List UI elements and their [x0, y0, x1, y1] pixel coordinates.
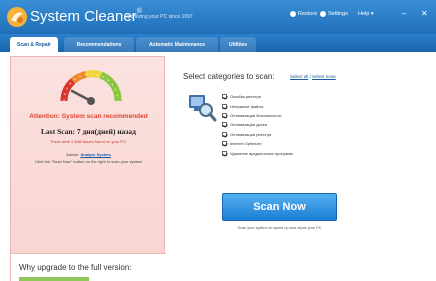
advice-text: Advice: Analyze System	[66, 152, 111, 157]
category-malware-removal[interactable]: Удаление вредоносных программ	[222, 148, 293, 157]
app-logo-icon	[7, 7, 27, 27]
select-categories-heading: Select categories to scan:	[183, 72, 275, 81]
category-registry-errors[interactable]: Ошибки реестра	[222, 92, 293, 101]
restore-icon	[290, 11, 296, 17]
title-bar: System Cleaner® Optimizing your PC since…	[0, 0, 436, 34]
upgrade-accent-bar	[19, 277, 89, 281]
close-button[interactable]: ✕	[421, 9, 428, 18]
app-window: System Cleaner® Optimizing your PC since…	[0, 0, 436, 281]
status-panel: Attention: System scan recommended Last …	[10, 56, 166, 281]
category-checkbox[interactable]	[222, 122, 227, 128]
select-none-link[interactable]: Select none	[312, 74, 336, 79]
scan-now-button[interactable]: Scan Now	[222, 193, 337, 221]
category-disk-optimization[interactable]: Оптимизация диска	[222, 120, 293, 129]
category-internet-optimizer[interactable]: Internet Optimizer	[222, 139, 293, 148]
restore-button[interactable]: Restore	[290, 11, 317, 17]
upgrade-title: Why upgrade to the full version:	[19, 263, 132, 272]
settings-button[interactable]: Settings	[320, 11, 348, 17]
category-list: Ошибки реестра Ненужные файлы Оптимизаци…	[222, 92, 293, 158]
tab-bar: Scan & Repair Recommendations Automatic …	[0, 34, 436, 52]
tab-scan-repair[interactable]: Scan & Repair	[10, 37, 58, 52]
category-checkbox[interactable]	[222, 103, 227, 109]
scan-hint-text: Click the "Scan Now" button on the right…	[34, 159, 143, 164]
issues-found-text: There were 2,638 issues found on your PC…	[49, 139, 128, 144]
tab-utilities[interactable]: Utilities	[220, 37, 256, 52]
app-tagline: Optimizing your PC since 1997	[124, 14, 193, 20]
scan-now-subtitle: Scan your system to speed up and repair …	[237, 226, 322, 230]
upgrade-panel: Why upgrade to the full version:	[11, 253, 166, 281]
category-checkbox[interactable]	[222, 112, 227, 118]
category-security-optimization[interactable]: Оптимизация безопасности	[222, 111, 293, 120]
category-junk-files[interactable]: Ненужные файлы	[222, 101, 293, 110]
minimize-button[interactable]: –	[402, 9, 406, 18]
gear-icon	[320, 11, 326, 17]
category-checkbox[interactable]	[222, 94, 227, 100]
select-all-link[interactable]: Select all	[290, 74, 308, 79]
tab-recommendations[interactable]: Recommendations	[64, 37, 134, 52]
category-checkbox[interactable]	[222, 141, 227, 147]
tab-automatic-maintenance[interactable]: Automatic Maintenance	[136, 37, 218, 52]
attention-message: Attention: System scan recommended	[29, 113, 148, 120]
category-registry-optimization[interactable]: Оптимизация реестра	[222, 130, 293, 139]
help-button[interactable]: Help ▾	[358, 11, 374, 17]
category-checkbox[interactable]	[222, 150, 227, 156]
select-links: Select all | Select none	[290, 74, 336, 79]
last-scan-label: Last Scan: 7 дня(дней) назад	[41, 127, 136, 136]
category-checkbox[interactable]	[222, 131, 227, 137]
analyze-system-link[interactable]: Analyze System	[80, 152, 110, 157]
health-gauge-icon	[60, 70, 122, 105]
magnifier-scan-icon	[189, 95, 217, 122]
